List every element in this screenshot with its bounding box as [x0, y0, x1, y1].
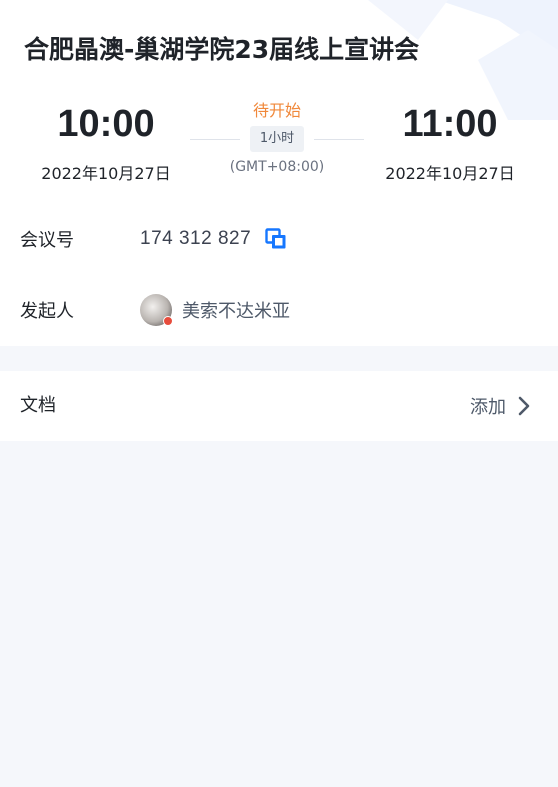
host-label: 发起人	[20, 301, 74, 322]
start-time-block: 10:00 2022年10月27日	[16, 100, 196, 184]
meeting-info-card: 合肥晶澳-巢湖学院23届线上宣讲会 10:00 2022年10月27日 待开始 …	[0, 0, 558, 346]
add-document-button[interactable]: 添加	[470, 391, 530, 421]
meeting-id-value: 174 312 827	[140, 228, 252, 249]
host-row: 发起人 美索不达米亚	[20, 294, 290, 326]
end-time-block: 11:00 2022年10月27日	[360, 100, 540, 184]
end-time: 11:00	[402, 103, 498, 145]
duration-block: 待开始 1小时 (GMT+08:00)	[190, 100, 364, 176]
meeting-id-label: 会议号	[20, 230, 74, 251]
meeting-status: 待开始	[252, 101, 301, 120]
avatar[interactable]	[140, 294, 173, 326]
end-date: 2022年10月27日	[385, 164, 515, 183]
meeting-detail-page: 合肥晶澳-巢湖学院23届线上宣讲会 10:00 2022年10月27日 待开始 …	[0, 0, 558, 787]
duration-badge: 1小时	[249, 126, 305, 152]
host-name: 美索不达米亚	[182, 301, 290, 322]
divider-right	[314, 139, 364, 140]
start-time: 10:00	[57, 103, 155, 145]
documents-row[interactable]: 文档 添加	[0, 371, 558, 441]
copy-icon[interactable]	[265, 228, 287, 250]
start-date: 2022年10月27日	[41, 164, 171, 183]
duration-row: 1小时	[190, 126, 364, 152]
chevron-right-icon	[518, 396, 530, 416]
timezone: (GMT+08:00)	[229, 159, 325, 175]
meeting-id-row: 会议号 174 312 827	[20, 224, 287, 254]
avatar-badge	[163, 316, 173, 326]
divider-left	[190, 139, 240, 140]
meeting-title: 合肥晶澳-巢湖学院23届线上宣讲会	[24, 35, 420, 64]
add-document-label: 添加	[470, 397, 506, 418]
documents-label: 文档	[20, 395, 56, 416]
